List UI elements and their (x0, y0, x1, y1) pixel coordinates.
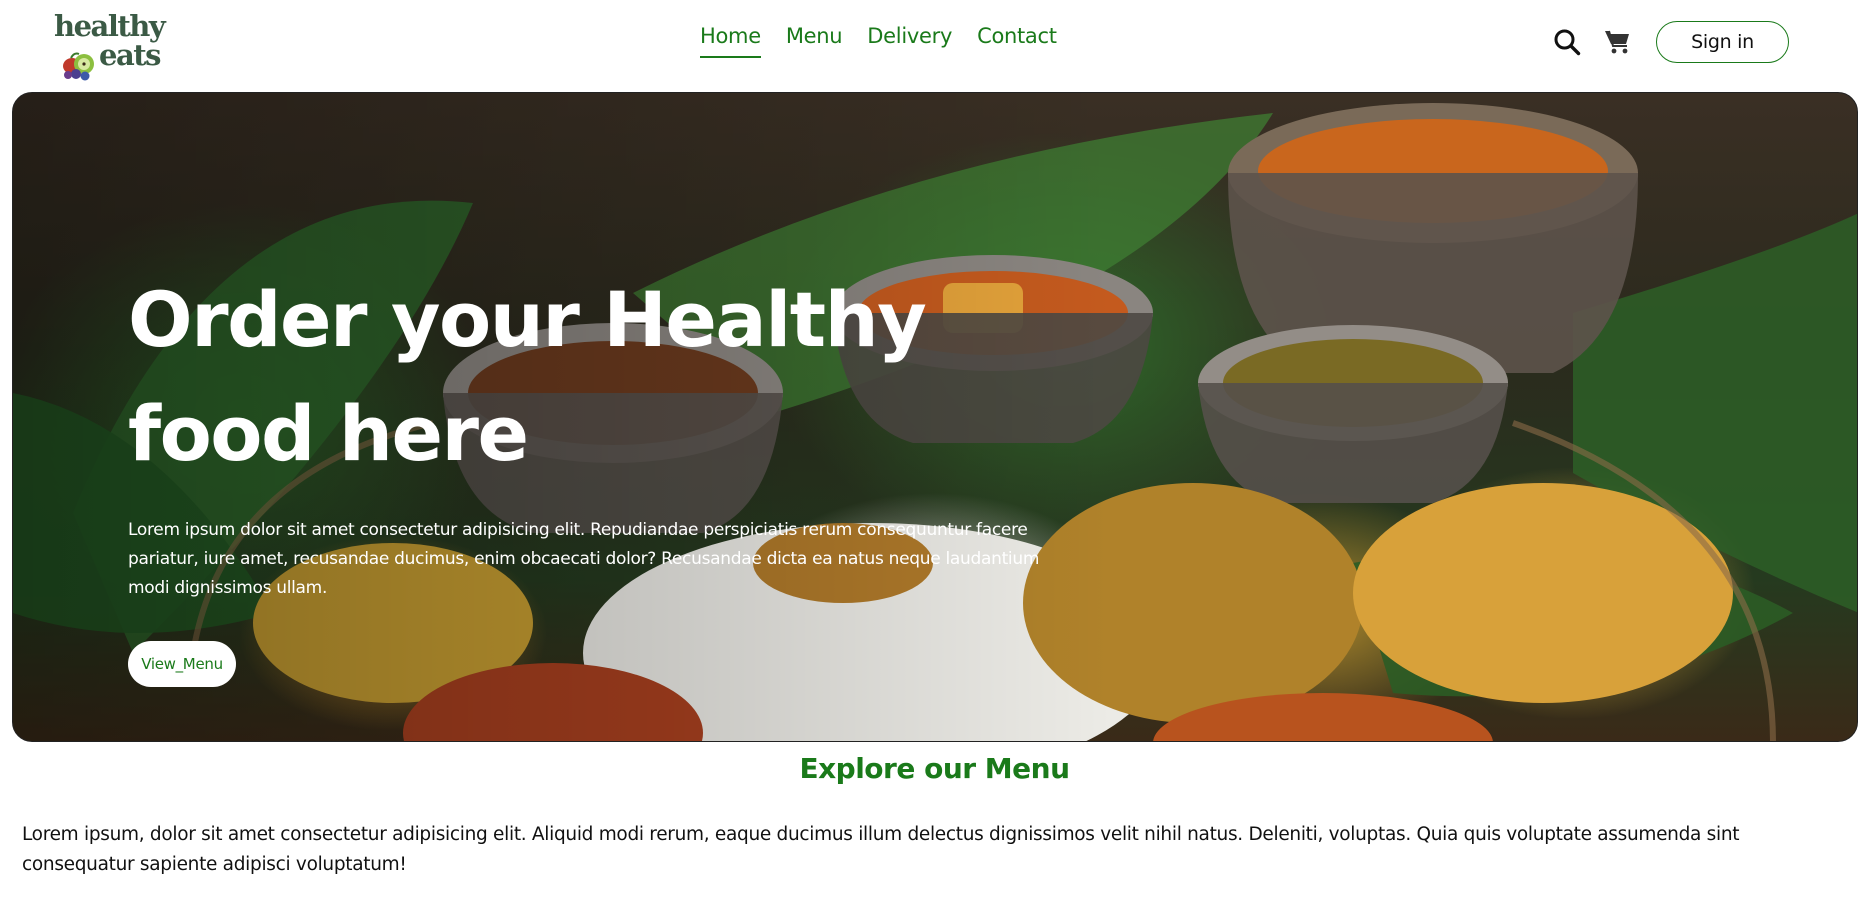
logo-text-eats: eats (99, 38, 161, 72)
hero-title-line1: Order your Healthy (128, 275, 927, 364)
main-nav: Home Menu Delivery Contact (700, 22, 1057, 58)
nav-item-home[interactable]: Home (700, 22, 761, 58)
site-header: healthy eats Home Menu Delivery Contact … (0, 0, 1869, 92)
cart-icon[interactable] (1604, 29, 1632, 55)
hero-description: Lorem ipsum dolor sit amet consectetur a… (128, 520, 1040, 598)
logo[interactable]: healthy eats (50, 10, 166, 81)
hero-title-line2: food here (128, 389, 529, 478)
view-menu-button[interactable]: View_Menu (128, 641, 236, 687)
fruit-logo-icon (63, 52, 94, 81)
hero-banner: Order your Healthy food here Lorem ipsum… (12, 92, 1858, 742)
hero-title: Order your Healthy food here (128, 263, 928, 491)
explore-menu-description: Lorem ipsum, dolor sit amet consectetur … (22, 824, 1740, 875)
explore-menu-title: Explore our Menu (799, 752, 1070, 785)
nav-item-menu[interactable]: Menu (786, 22, 843, 58)
sign-in-button[interactable]: Sign in (1656, 21, 1789, 63)
nav-item-delivery[interactable]: Delivery (867, 22, 952, 58)
search-icon[interactable] (1553, 28, 1581, 56)
nav-item-contact[interactable]: Contact (977, 22, 1057, 58)
